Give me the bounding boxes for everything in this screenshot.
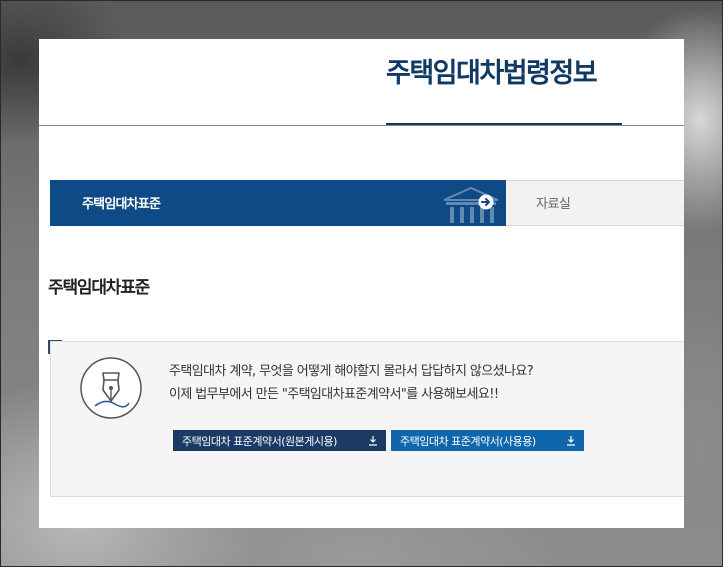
download-icon (369, 436, 377, 446)
header-divider (39, 125, 684, 126)
download-original-contract-button[interactable]: 주택임대차 표준계약서(원본게시용) (173, 430, 386, 451)
site-title: 주택임대차법령정보 (386, 58, 598, 89)
tab-label: 주택임대차표준 (82, 197, 161, 212)
button-label: 주택임대차 표준계약서(원본게시용) (182, 434, 337, 448)
description-line-2: 이제 법무부에서 만든 "주택임대차표준계약서"를 사용해보세요!! (169, 387, 499, 402)
info-box: 주택임대차 계약, 무엇을 어떻게 해야할지 몰라서 답답하지 않으셨나요? 이… (50, 341, 684, 497)
download-icon (567, 436, 575, 446)
tab-bar: 주택임대차표준 자료실 (50, 180, 684, 226)
tab-label: 자료실 (536, 197, 571, 212)
fountain-pen-icon (80, 357, 142, 419)
arrow-right-circle-icon (478, 194, 494, 210)
section-heading: 주택임대차표준 (48, 278, 150, 298)
button-label: 주택임대차 표준계약서(사용용) (400, 434, 536, 448)
content-panel: 주택임대차법령정보 주택임대차표준 자료실 주택임대차표준 주택임대차 계약, … (39, 39, 684, 528)
tab-housing-lease-standard[interactable]: 주택임대차표준 (50, 180, 506, 226)
description-line-1: 주택임대차 계약, 무엇을 어떻게 해야할지 몰라서 답답하지 않으셨나요? (169, 364, 534, 379)
building-icon (443, 186, 499, 223)
tab-archive[interactable]: 자료실 (506, 181, 684, 225)
download-usage-contract-button[interactable]: 주택임대차 표준계약서(사용용) (391, 430, 584, 451)
